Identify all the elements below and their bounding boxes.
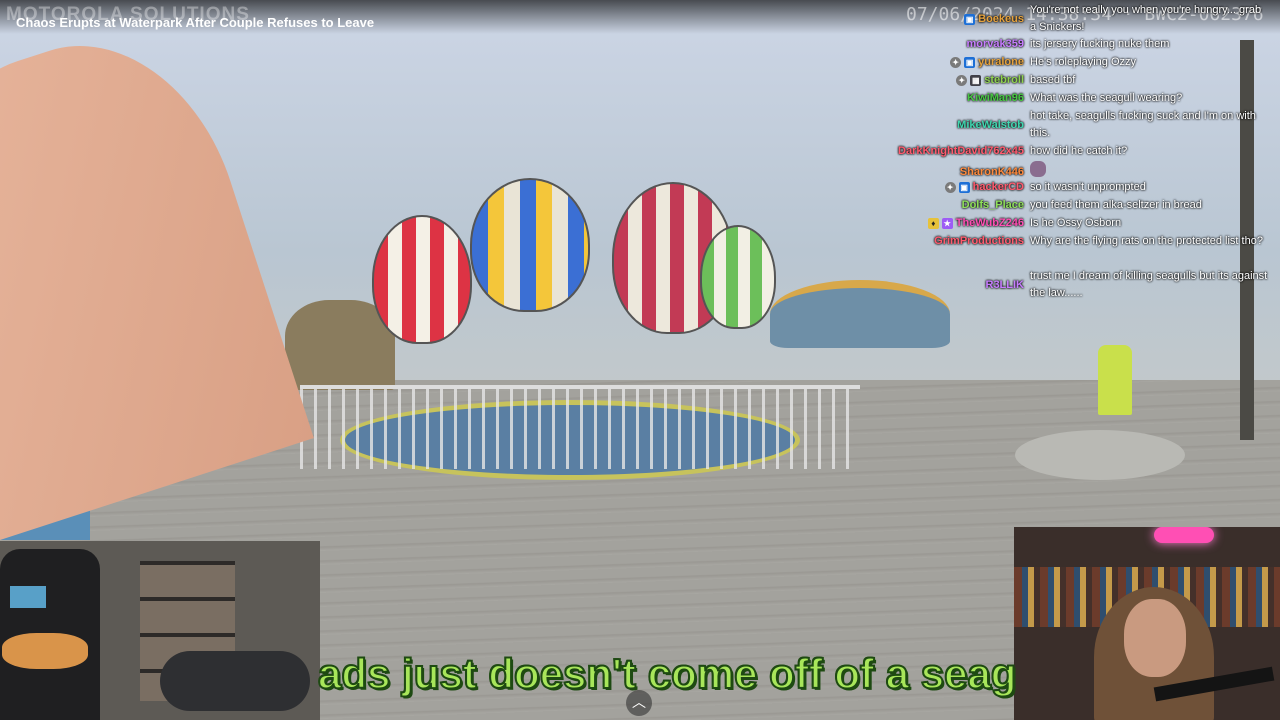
bits-badge-icon: ♦ (927, 218, 939, 229)
mod-badge-icon: ✦ (950, 57, 962, 68)
chat-username-group: ♦ ★ TheWubZ246 (880, 215, 1030, 232)
streamer-webcam (1014, 527, 1280, 720)
chat-username[interactable]: SharonK446 (960, 164, 1024, 181)
tv-badge-icon: ▣ (958, 182, 970, 193)
chat-emote-icon (1030, 161, 1046, 177)
robot-tank (160, 651, 310, 711)
metal-fence (300, 385, 860, 469)
video-title[interactable]: Chaos Erupts at Waterpark After Couple R… (16, 15, 374, 30)
chat-text: its jersery fucking nuke them (1030, 38, 1170, 50)
chat-message: ✦ ▣ hackerCD so it wasn't unprompted (880, 179, 1270, 196)
chat-username[interactable]: MikeWalstob (957, 117, 1024, 134)
chat-text: hot take, seagulls fucking suck and I'm … (1030, 110, 1256, 139)
chat-message: GrimProductions Why are the flying rats o… (880, 233, 1270, 250)
chat-username[interactable]: yuralone (978, 54, 1024, 71)
room-camera-feed (0, 541, 320, 720)
chat-text: you feed them alka-seltzer in bread (1030, 199, 1202, 211)
tv-badge-icon: ▣ (964, 13, 976, 25)
chat-username-group: MikeWalstob (880, 108, 1030, 142)
chat-username-group: KiwiMan96 (880, 90, 1030, 107)
chat-username-group: R3LLIK (880, 268, 1030, 302)
monitor-screen (10, 586, 46, 608)
chat-message: R3LLIK trust me I dream of killing seagul… (880, 268, 1270, 302)
chat-username-group: Dolfs_Place (880, 197, 1030, 214)
chat-message: ♦ ★ TheWubZ246 Is he Ossy Osborn (880, 215, 1270, 232)
balloon-ride-car (700, 225, 776, 329)
picnic-table (1015, 430, 1185, 480)
chat-message: ✦ ▣ yuralone He's roleplaying Ozzy (880, 54, 1270, 71)
chat-text: He's roleplaying Ozzy (1030, 56, 1137, 68)
chat-text: Why are the flying rats on the protected… (1030, 235, 1263, 247)
chat-username[interactable]: GrimProductions (934, 233, 1024, 250)
chat-username[interactable]: stebroll (984, 72, 1024, 89)
chat-message: ▣ Boekeus You're not really you when you'r… (880, 2, 1270, 36)
chat-message: ✦ ▦ stebroll based tbf (880, 72, 1270, 89)
chat-username-group: ✦ ▣ hackerCD (880, 179, 1030, 196)
chat-username-group: DarkKnightDavid762x45 (880, 143, 1030, 160)
sleeping-cat (2, 633, 88, 669)
video-caption: ads just doesn't come off of a seagull (318, 649, 1018, 698)
worker-figure (1098, 345, 1132, 415)
tv-badge-icon: ▣ (964, 57, 976, 68)
chat-text: trust me I dream of killing seagulls but… (1030, 270, 1268, 299)
chat-text: What was the seagull wearing? (1030, 92, 1183, 104)
chat-message: DarkKnightDavid762x45 how did he catch it… (880, 143, 1270, 160)
chat-text: Is he Ossy Osborn (1030, 217, 1122, 229)
game-badge-icon: ▦ (970, 75, 982, 86)
chat-username[interactable]: hackerCD (973, 179, 1024, 196)
chat-username[interactable]: Dolfs_Place (962, 197, 1024, 214)
chat-username-group: ▣ Boekeus (880, 2, 1030, 36)
balloon-ride-car (470, 178, 590, 312)
chat-username[interactable]: TheWubZ246 (956, 215, 1024, 232)
chat-text: how did he catch it? (1030, 145, 1128, 157)
chat-username[interactable]: KiwiMan96 (967, 90, 1024, 107)
neon-sign (1154, 527, 1214, 543)
chat-username-group: ✦ ▦ stebroll (880, 72, 1030, 89)
chat-username-group: ✦ ▣ yuralone (880, 54, 1030, 71)
balloon-ride-car (372, 215, 472, 344)
mod-badge-icon: ✦ (944, 182, 956, 193)
chat-text: based tbf (1030, 74, 1076, 86)
chat-username[interactable]: R3LLIK (986, 277, 1025, 294)
chat-text: so it wasn't unprompted (1030, 181, 1146, 193)
chat-text: You're not really you when you're hungry… (1030, 4, 1262, 33)
chat-username[interactable]: DarkKnightDavid762x45 (898, 143, 1024, 160)
chat-message: MikeWalstob hot take, seagulls fucking su… (880, 108, 1270, 142)
chat-username-group: GrimProductions (880, 233, 1030, 250)
streamer-face (1124, 599, 1186, 677)
mod-badge-icon: ✦ (956, 75, 968, 86)
chat-username[interactable]: Boekeus (978, 11, 1024, 28)
chat-message: Dolfs_Place you feed them alka-seltzer in… (880, 197, 1270, 214)
chat-message: KiwiMan96 What was the seagull wearing? (880, 90, 1270, 107)
chat-username-group: morvak359 (880, 36, 1030, 53)
chat-username[interactable]: morvak359 (967, 36, 1025, 53)
expand-chevron-icon[interactable]: ︿ (626, 690, 652, 716)
sub-badge-icon: ★ (941, 218, 953, 229)
chat-message: morvak359 its jersery fucking nuke them (880, 36, 1270, 53)
